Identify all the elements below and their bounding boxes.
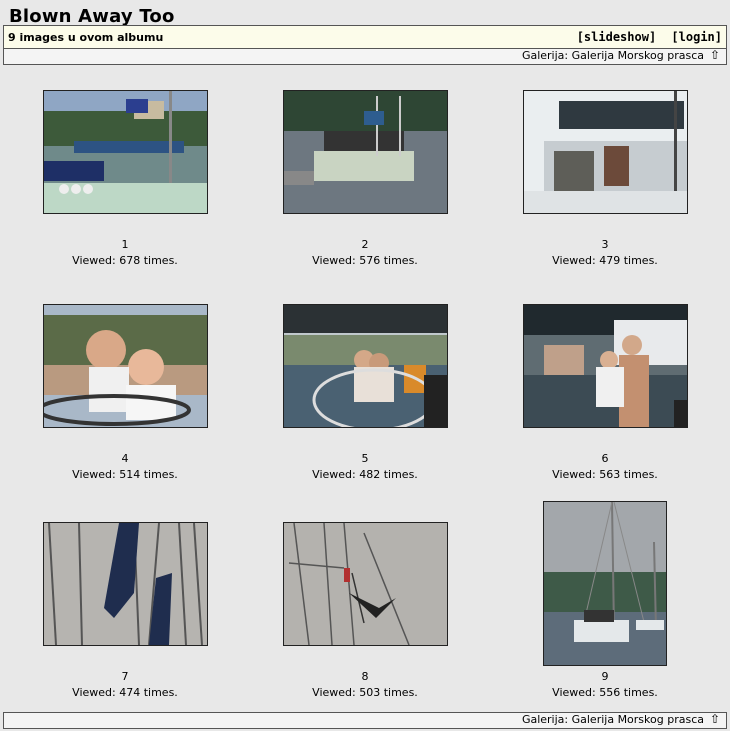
thumbnail-9[interactable]: [543, 501, 667, 666]
image-number: 6: [601, 452, 609, 465]
page-frame: Blown Away Too 9 images u ovom albumu [s…: [3, 3, 727, 729]
view-count: Viewed: 556 times.: [552, 686, 658, 699]
thumbnail-grid: 1 Viewed: 678 times. 2 Viewed: 576 times: [3, 65, 727, 710]
thumbnail-3[interactable]: [523, 90, 688, 214]
view-count: Viewed: 479 times.: [552, 254, 658, 267]
image-number: 3: [601, 238, 609, 251]
breadcrumb[interactable]: Galerija: Galerija Morskog prasca: [522, 49, 704, 62]
breadcrumb-bar-bottom: Galerija: Galerija Morskog prasca ⇧: [3, 712, 727, 729]
image-number: 8: [361, 670, 369, 683]
breadcrumb[interactable]: Galerija: Galerija Morskog prasca: [522, 713, 704, 726]
login-link[interactable]: [login]: [671, 30, 722, 44]
image-number: 7: [121, 670, 129, 683]
view-count: Viewed: 482 times.: [312, 468, 418, 481]
breadcrumb-bar-top: Galerija: Galerija Morskog prasca ⇧: [3, 48, 727, 65]
image-number: 5: [361, 452, 369, 465]
view-count: Viewed: 503 times.: [312, 686, 418, 699]
view-count: Viewed: 576 times.: [312, 254, 418, 267]
image-number: 2: [361, 238, 369, 251]
album-info-bar: 9 images u ovom albumu [slideshow] [logi…: [3, 25, 727, 49]
thumbnail-8[interactable]: [283, 522, 448, 646]
thumbnail-4[interactable]: [43, 304, 208, 428]
thumbnail-2[interactable]: [283, 90, 448, 214]
up-arrow-icon[interactable]: ⇧: [710, 48, 720, 62]
album-title: Blown Away Too: [9, 6, 175, 27]
thumbnail-1[interactable]: [43, 90, 208, 214]
thumbnail-5[interactable]: [283, 304, 448, 428]
view-count: Viewed: 514 times.: [72, 468, 178, 481]
view-count: Viewed: 474 times.: [72, 686, 178, 699]
album-links: [slideshow] [login]: [569, 30, 722, 44]
thumbnail-7[interactable]: [43, 522, 208, 646]
image-number: 1: [121, 238, 129, 251]
up-arrow-icon[interactable]: ⇧: [710, 712, 720, 726]
image-number: 9: [601, 670, 609, 683]
view-count: Viewed: 678 times.: [72, 254, 178, 267]
slideshow-link[interactable]: [slideshow]: [577, 30, 656, 44]
image-count: 9 images u ovom albumu: [8, 31, 164, 44]
thumbnail-6[interactable]: [523, 304, 688, 428]
view-count: Viewed: 563 times.: [552, 468, 658, 481]
image-number: 4: [121, 452, 129, 465]
